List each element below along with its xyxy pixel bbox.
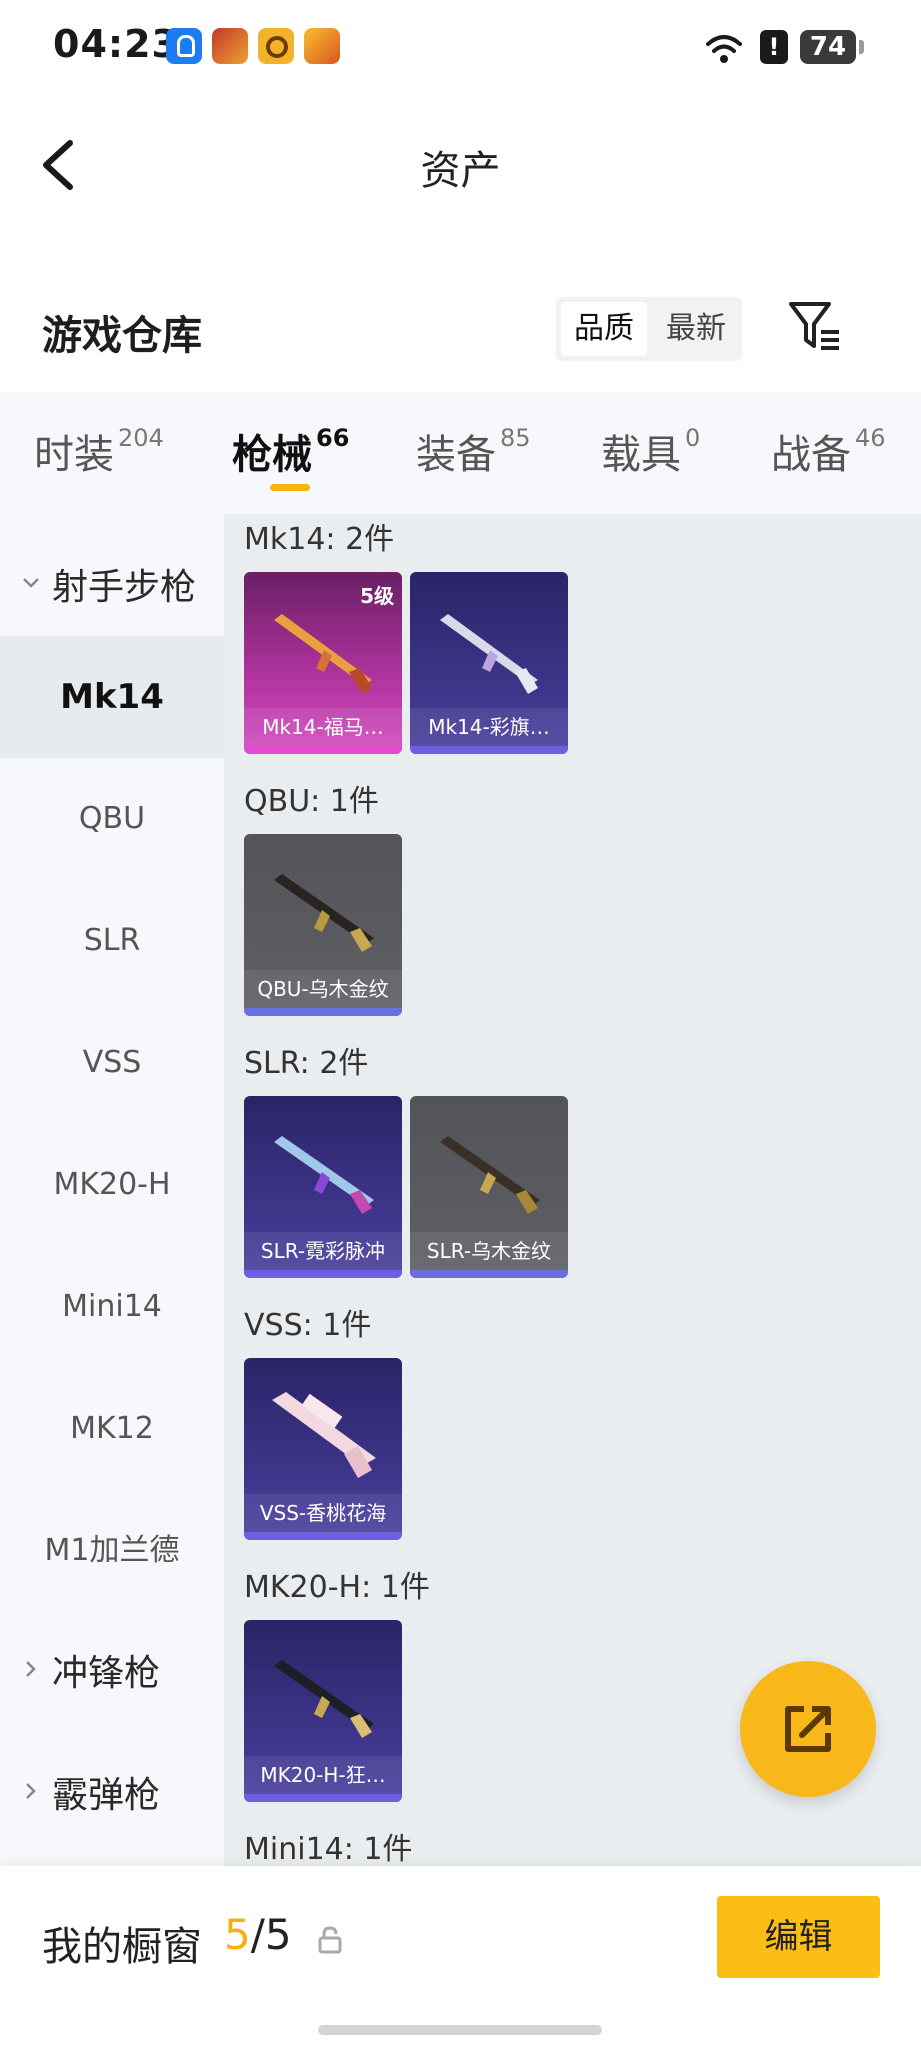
weapon-category-sidebar: 射手步枪 Mk14 QBU SLR VSS MK20-H Mini14 MK12… [0, 514, 224, 1866]
home-indicator[interactable] [318, 2025, 602, 2035]
group-title-vss: VSS: 1件 [244, 1308, 372, 1343]
rifle-skin-image [274, 874, 374, 952]
level-badge: 5级 [360, 584, 394, 608]
skin-card[interactable]: SLR-乌木金纹 [410, 1096, 568, 1278]
target-app-icon [258, 28, 294, 64]
chevron-right-icon [26, 1661, 36, 1677]
skin-name: QBU-乌木金纹 [244, 970, 402, 1008]
rarity-stripe [244, 1008, 402, 1016]
sidebar-group-smg[interactable]: 冲锋枪 [0, 1622, 224, 1722]
showcase-count: 5/5 [224, 1910, 292, 1959]
sidebar-item-mk12[interactable]: MK12 [0, 1368, 224, 1490]
tab-firearms[interactable]: 枪械 66 [232, 422, 349, 482]
tab-equipment[interactable]: 装备 85 [416, 422, 531, 482]
clock: 04:23 [53, 22, 179, 66]
rarity-stripe [410, 746, 568, 754]
peace-elite-app-icon [304, 28, 340, 64]
share-icon [785, 1706, 831, 1752]
rarity-stripe [244, 1270, 402, 1278]
share-button[interactable] [740, 1661, 876, 1797]
game-app-icon [212, 28, 248, 64]
skin-card[interactable]: 5级 Mk14-福马… [244, 572, 402, 754]
showcase-bar: 我的橱窗 5/5 编辑 [0, 1866, 921, 2050]
rarity-stripe [410, 1270, 568, 1278]
bulb-app-icon [166, 28, 202, 64]
sort-newest-option[interactable]: 最新 [654, 302, 738, 356]
sidebar-item-mk14[interactable]: Mk14 [0, 636, 224, 758]
skin-name: Mk14-彩旗… [410, 708, 568, 746]
group-title-qbu: QBU: 1件 [244, 784, 379, 819]
group-title-mk20h: MK20-H: 1件 [244, 1570, 430, 1605]
rifle-skin-image [440, 1136, 540, 1214]
sidebar-group-shotguns[interactable]: 霰弹枪 [0, 1744, 224, 1844]
rifle-skin-image [440, 614, 538, 694]
skin-card[interactable]: VSS-香桃花海 [244, 1358, 402, 1540]
group-title-slr: SLR: 2件 [244, 1046, 369, 1081]
tab-fashion[interactable]: 时装 204 [34, 422, 164, 482]
rifle-skin-image [274, 1660, 374, 1738]
skin-name: SLR-乌木金纹 [410, 1232, 568, 1270]
page-title: 资产 [420, 148, 501, 194]
battery-icon: 74 [800, 30, 864, 64]
alert-icon: ! [760, 30, 788, 64]
sort-quality-option[interactable]: 品质 [561, 302, 647, 356]
sidebar-item-slr[interactable]: SLR [0, 880, 224, 1002]
tab-vehicles[interactable]: 载具 0 [601, 422, 700, 482]
skin-name: MK20-H-狂… [244, 1756, 402, 1794]
sidebar-item-m1-garand[interactable]: M1加兰德 [0, 1490, 224, 1612]
skin-name: SLR-霓彩脉冲 [244, 1232, 402, 1270]
active-tab-indicator [270, 484, 310, 491]
chevron-down-icon [23, 578, 39, 588]
filter-icon[interactable] [787, 298, 843, 354]
sidebar-item-mini14[interactable]: Mini14 [0, 1246, 224, 1368]
tab-supplies[interactable]: 战备 46 [771, 422, 886, 482]
group-title-mini14: Mini14: 1件 [244, 1832, 413, 1866]
skin-card[interactable]: MK20-H-狂… [244, 1620, 402, 1802]
rarity-stripe [244, 1794, 402, 1802]
section-title: 游戏仓库 [42, 313, 202, 359]
skin-name: VSS-香桃花海 [244, 1494, 402, 1532]
rarity-stripe [244, 746, 402, 754]
sidebar-item-vss[interactable]: VSS [0, 1002, 224, 1124]
sidebar-item-mk20h[interactable]: MK20-H [0, 1124, 224, 1246]
chevron-right-icon [26, 1783, 36, 1799]
group-title-mk14: Mk14: 2件 [244, 522, 395, 557]
skin-card[interactable]: SLR-霓彩脉冲 [244, 1096, 402, 1278]
sort-toggle: 品质 最新 [556, 297, 742, 361]
rarity-stripe [244, 1532, 402, 1540]
rifle-skin-image [272, 1392, 376, 1478]
skin-card[interactable]: QBU-乌木金纹 [244, 834, 402, 1016]
sidebar-item-qbu[interactable]: QBU [0, 758, 224, 880]
showcase-label: 我的橱窗 [42, 1924, 202, 1970]
rifle-skin-image [274, 1136, 374, 1214]
category-tabs: 时装 204 枪械 66 装备 85 载具 0 战备 46 [0, 392, 921, 514]
skin-name: Mk14-福马… [244, 708, 402, 746]
sidebar-group-marksman-rifles[interactable]: 射手步枪 [0, 536, 224, 636]
skin-card[interactable]: Mk14-彩旗… [410, 572, 568, 754]
lock-icon [318, 1926, 342, 1954]
wifi-icon [706, 35, 742, 63]
status-bar: 04:23 ! 74 [0, 0, 921, 95]
edit-button[interactable]: 编辑 [717, 1896, 880, 1978]
